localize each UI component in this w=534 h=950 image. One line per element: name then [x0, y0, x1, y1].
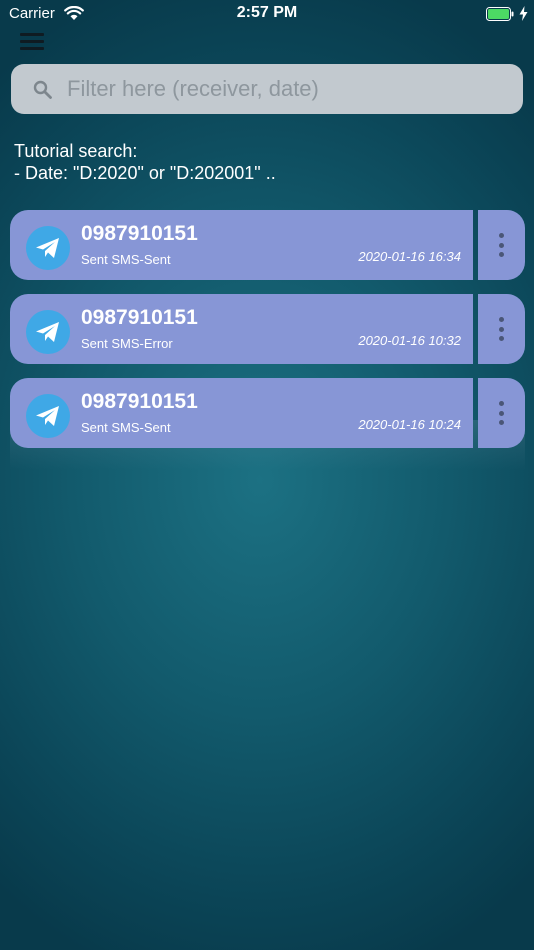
- message-card[interactable]: 0987910151 Sent SMS-Sent 2020-01-16 10:2…: [10, 378, 473, 448]
- battery-icon: [486, 7, 514, 21]
- charging-bolt-icon: [519, 6, 528, 21]
- message-status: Sent SMS-Sent: [81, 420, 171, 435]
- paper-plane-icon: [36, 406, 59, 426]
- message-status: Sent SMS-Sent: [81, 252, 171, 267]
- send-avatar: [26, 394, 70, 438]
- status-bar: Carrier 2:57 PM: [0, 0, 534, 28]
- search-box[interactable]: [11, 64, 523, 114]
- list-item[interactable]: 0987910151 Sent SMS-Sent 2020-01-16 16:3…: [10, 210, 525, 280]
- more-options-button[interactable]: [478, 294, 525, 364]
- top-bar: [0, 28, 534, 56]
- list-item[interactable]: 0987910151 Sent SMS-Sent 2020-01-16 10:2…: [10, 378, 525, 448]
- message-date: 2020-01-16 16:34: [358, 249, 461, 264]
- paper-plane-icon: [36, 322, 59, 342]
- send-avatar: [26, 310, 70, 354]
- more-options-button[interactable]: [478, 378, 525, 448]
- clock: 2:57 PM: [236, 4, 298, 21]
- message-card[interactable]: 0987910151 Sent SMS-Error 2020-01-16 10:…: [10, 294, 473, 364]
- receiver-number: 0987910151: [81, 306, 198, 329]
- menu-button[interactable]: [18, 30, 46, 54]
- more-options-button[interactable]: [478, 210, 525, 280]
- message-status: Sent SMS-Error: [81, 336, 173, 351]
- message-date: 2020-01-16 10:32: [358, 333, 461, 348]
- tutorial-title: Tutorial search:: [14, 141, 138, 161]
- more-vertical-icon: [499, 317, 505, 341]
- receiver-number: 0987910151: [81, 390, 198, 413]
- paper-plane-icon: [36, 238, 59, 258]
- tutorial-hint: - Date: "D:2020" or "D:202001" ..: [14, 163, 276, 183]
- send-avatar: [26, 226, 70, 270]
- hamburger-icon: [20, 33, 44, 51]
- search-input[interactable]: [67, 74, 507, 104]
- receiver-number: 0987910151: [81, 222, 198, 245]
- message-list: 0987910151 Sent SMS-Sent 2020-01-16 16:3…: [10, 210, 525, 462]
- list-item[interactable]: 0987910151 Sent SMS-Error 2020-01-16 10:…: [10, 294, 525, 364]
- more-vertical-icon: [499, 401, 505, 425]
- message-date: 2020-01-16 10:24: [358, 417, 461, 432]
- tutorial-text: Tutorial search: - Date: "D:2020" or "D:…: [14, 140, 276, 184]
- search-icon: [33, 80, 52, 99]
- message-card[interactable]: 0987910151 Sent SMS-Sent 2020-01-16 16:3…: [10, 210, 473, 280]
- more-vertical-icon: [499, 233, 505, 257]
